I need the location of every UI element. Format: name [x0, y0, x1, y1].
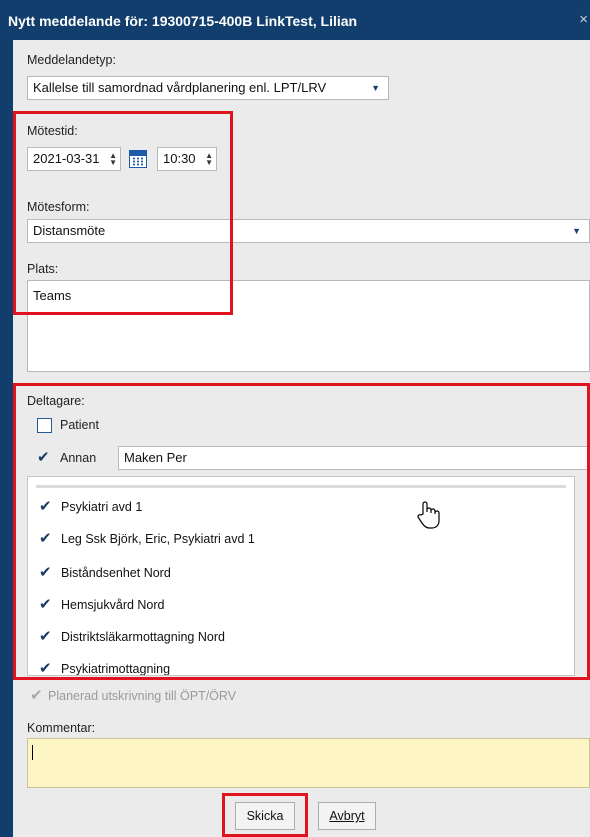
other-checkbox[interactable]: ✔ [37, 450, 50, 465]
list-item[interactable]: ✔ Leg Ssk Björk, Eric, Psykiatri avd 1 [28, 527, 568, 551]
list-item-label: Psykiatrimottagning [61, 662, 171, 676]
comment-label: Kommentar: [27, 721, 96, 735]
list-divider [36, 485, 566, 488]
list-item[interactable]: ✔ Psykiatri avd 1 [28, 495, 568, 519]
list-item[interactable]: ✔ Biståndsenhet Nord [28, 561, 568, 585]
check-icon[interactable]: ✔ [39, 531, 52, 546]
participant-list[interactable]: ✔ Psykiatri avd 1 ✔ Leg Ssk Björk, Eric,… [27, 476, 575, 676]
participants-label: Deltagare: [27, 394, 85, 408]
list-item[interactable]: ✔ Psykiatrimottagning [28, 657, 568, 676]
send-button[interactable]: Skicka [235, 802, 295, 830]
check-icon[interactable]: ✔ [39, 565, 52, 580]
close-icon[interactable]: × [579, 11, 588, 28]
list-item[interactable]: ✔ Distriktsläkarmottagning Nord [28, 625, 568, 649]
cancel-button[interactable]: Avbryt [318, 802, 376, 830]
meeting-time-field[interactable]: 10:30 ▲ ▼ [157, 147, 217, 171]
other-label: Annan [60, 451, 97, 465]
check-icon[interactable]: ✔ [39, 499, 52, 514]
window-frame [0, 40, 13, 837]
list-item-label: Leg Ssk Björk, Eric, Psykiatri avd 1 [61, 532, 255, 546]
meeting-time-label: Mötestid: [27, 124, 78, 138]
check-icon[interactable]: ✔ [39, 597, 52, 612]
message-type-value: Kallelse till samordnad vårdplanering en… [33, 80, 327, 95]
list-item-label: Biståndsenhet Nord [61, 566, 171, 580]
date-spinner-icon[interactable]: ▲ ▼ [109, 152, 117, 167]
cancel-button-label: Avbryt [329, 809, 365, 823]
place-value: Teams [33, 288, 72, 303]
patient-label: Patient [60, 418, 99, 432]
check-icon[interactable]: ✔ [39, 661, 52, 675]
meeting-form-select[interactable]: Distansmöte ▼ [27, 219, 590, 243]
list-item[interactable]: ✔ Hemsjukvård Nord [28, 593, 568, 617]
chevron-down-icon: ▼ [371, 83, 380, 93]
planned-discharge-label: Planerad utskrivning till ÖPT/ÖRV [48, 689, 237, 703]
other-participant-value: Maken Per [124, 450, 187, 465]
meeting-date-field[interactable]: 2021-03-31 ▲ ▼ [27, 147, 121, 171]
send-button-label: Skicka [246, 809, 284, 823]
comment-textarea[interactable] [27, 738, 590, 788]
place-textarea[interactable]: Teams [27, 280, 590, 372]
list-item-label: Distriktsläkarmottagning Nord [61, 630, 225, 644]
window-title: Nytt meddelande för: 19300715-400B LinkT… [8, 13, 358, 29]
message-type-label: Meddelandetyp: [27, 53, 116, 67]
message-type-select[interactable]: Kallelse till samordnad vårdplanering en… [27, 76, 389, 100]
patient-checkbox[interactable] [37, 418, 52, 433]
place-label: Plats: [27, 262, 59, 276]
calendar-icon[interactable] [129, 150, 147, 168]
hand-cursor-icon [417, 501, 440, 529]
planned-discharge-checkbox[interactable]: ✔ [30, 688, 43, 703]
list-item-label: Psykiatri avd 1 [61, 500, 143, 514]
other-participant-input[interactable]: Maken Per [118, 446, 590, 470]
check-icon[interactable]: ✔ [39, 629, 52, 644]
meeting-form-value: Distansmöte [33, 223, 106, 238]
title-bar: Nytt meddelande för: 19300715-400B LinkT… [0, 0, 590, 40]
meeting-time-value: 10:30 [163, 151, 196, 166]
meeting-form-label: Mötesform: [27, 200, 90, 214]
text-cursor [32, 745, 33, 760]
meeting-date-value: 2021-03-31 [33, 151, 100, 166]
chevron-down-icon: ▼ [572, 226, 581, 236]
time-spinner-icon[interactable]: ▲ ▼ [205, 152, 213, 167]
list-item-label: Hemsjukvård Nord [61, 598, 165, 612]
